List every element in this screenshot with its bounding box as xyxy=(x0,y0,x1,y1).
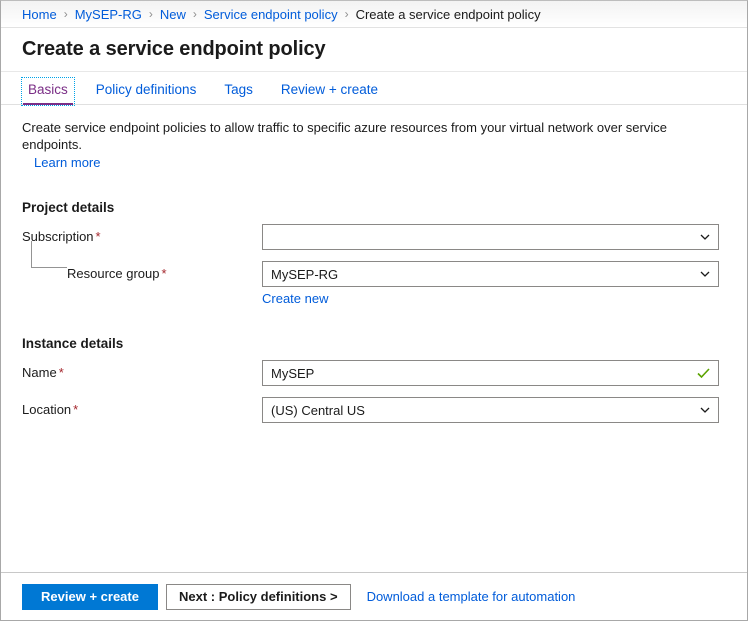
form-content: Create service endpoint policies to allo… xyxy=(1,105,747,572)
tab-review-create[interactable]: Review + create xyxy=(276,79,383,104)
breadcrumb: Home › MySEP-RG › New › Service endpoint… xyxy=(1,1,747,28)
chevron-down-icon xyxy=(700,269,710,279)
field-row-name: Name* MySEP xyxy=(22,360,726,389)
section-heading-instance-details: Instance details xyxy=(22,336,726,351)
field-row-resource-group: Resource group* MySEP-RG Create new xyxy=(22,261,726,306)
location-label-cell: Location* xyxy=(22,397,262,417)
location-dropdown[interactable]: (US) Central US xyxy=(262,397,719,423)
breadcrumb-separator-icon: › xyxy=(345,7,349,21)
breadcrumb-separator-icon: › xyxy=(64,7,68,21)
resource-group-dropdown[interactable]: MySEP-RG xyxy=(262,261,719,287)
review-create-button[interactable]: Review + create xyxy=(22,584,158,610)
page-title: Create a service endpoint policy xyxy=(22,38,326,61)
field-row-location: Location* (US) Central US xyxy=(22,397,726,426)
checkmark-valid-icon xyxy=(697,368,710,379)
required-asterisk: * xyxy=(73,402,78,417)
breadcrumb-item-current: Create a service endpoint policy xyxy=(356,7,541,22)
breadcrumb-separator-icon: › xyxy=(193,7,197,21)
required-asterisk: * xyxy=(59,365,64,380)
location-field-cell: (US) Central US xyxy=(262,397,719,423)
learn-more-link[interactable]: Learn more xyxy=(34,155,100,170)
breadcrumb-item-service-endpoint-policy[interactable]: Service endpoint policy xyxy=(204,7,338,22)
wizard-tabs: Basics Policy definitions Tags Review + … xyxy=(1,72,747,105)
name-label: Name xyxy=(22,365,57,380)
chevron-down-icon xyxy=(700,405,710,415)
create-new-resource-group-link[interactable]: Create new xyxy=(262,291,328,306)
breadcrumb-separator-icon: › xyxy=(149,7,153,21)
name-field-cell: MySEP xyxy=(262,360,719,386)
intro-text: Create service endpoint policies to allo… xyxy=(22,119,712,153)
action-bar: Review + create Next : Policy definition… xyxy=(1,572,747,620)
tree-connector-line xyxy=(31,241,67,268)
required-asterisk: * xyxy=(96,229,101,244)
resource-group-field-cell: MySEP-RG Create new xyxy=(262,261,719,306)
breadcrumb-item-resource-group[interactable]: MySEP-RG xyxy=(75,7,142,22)
resource-group-value: MySEP-RG xyxy=(271,267,338,282)
resource-group-label-cell: Resource group* xyxy=(22,261,262,281)
name-input[interactable]: MySEP xyxy=(262,360,719,386)
tab-basics[interactable]: Basics xyxy=(23,79,73,104)
create-service-endpoint-policy-blade: Home › MySEP-RG › New › Service endpoint… xyxy=(0,0,748,621)
resource-group-label: Resource group xyxy=(67,266,160,281)
tab-policy-definitions[interactable]: Policy definitions xyxy=(91,79,202,104)
title-bar: Create a service endpoint policy xyxy=(1,28,747,72)
location-label: Location xyxy=(22,402,71,417)
breadcrumb-item-new[interactable]: New xyxy=(160,7,186,22)
subscription-dropdown[interactable] xyxy=(262,224,719,250)
tab-tags[interactable]: Tags xyxy=(219,79,258,104)
required-asterisk: * xyxy=(162,266,167,281)
name-value: MySEP xyxy=(271,366,314,381)
location-value: (US) Central US xyxy=(271,403,365,418)
name-label-cell: Name* xyxy=(22,360,262,380)
next-policy-definitions-button[interactable]: Next : Policy definitions > xyxy=(166,584,351,610)
subscription-field-cell xyxy=(262,224,719,250)
chevron-down-icon xyxy=(700,232,710,242)
download-template-link[interactable]: Download a template for automation xyxy=(367,589,576,604)
field-row-subscription: Subscription* xyxy=(22,224,726,253)
breadcrumb-item-home[interactable]: Home xyxy=(22,7,57,22)
section-heading-project-details: Project details xyxy=(22,200,726,215)
